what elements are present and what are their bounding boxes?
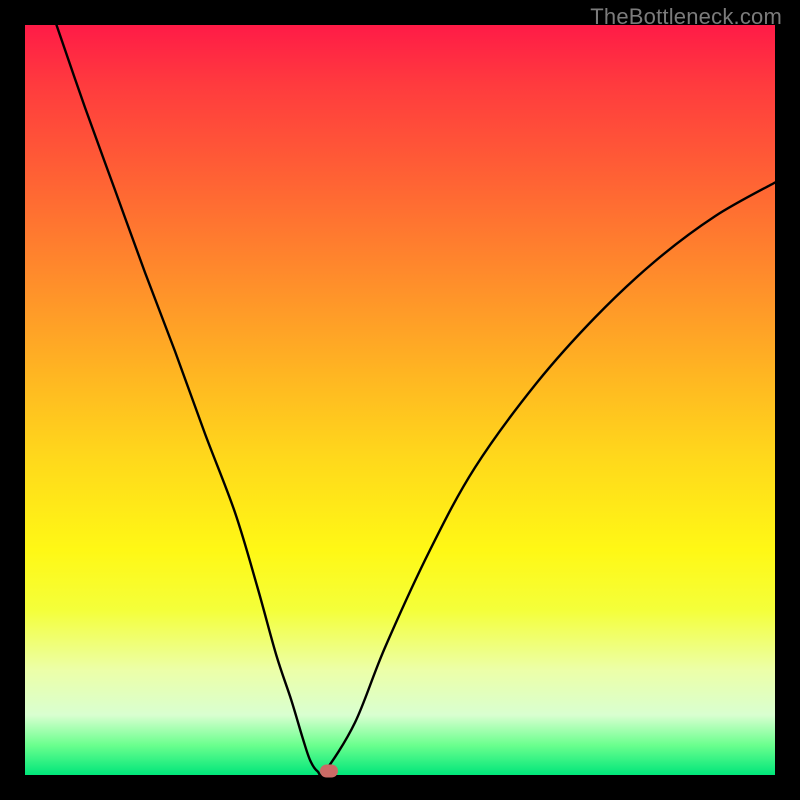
chart-frame: TheBottleneck.com xyxy=(0,0,800,800)
plot-area xyxy=(25,25,775,775)
curve-svg xyxy=(25,25,775,775)
bottleneck-curve xyxy=(57,25,776,775)
optimal-point-marker xyxy=(320,764,338,777)
